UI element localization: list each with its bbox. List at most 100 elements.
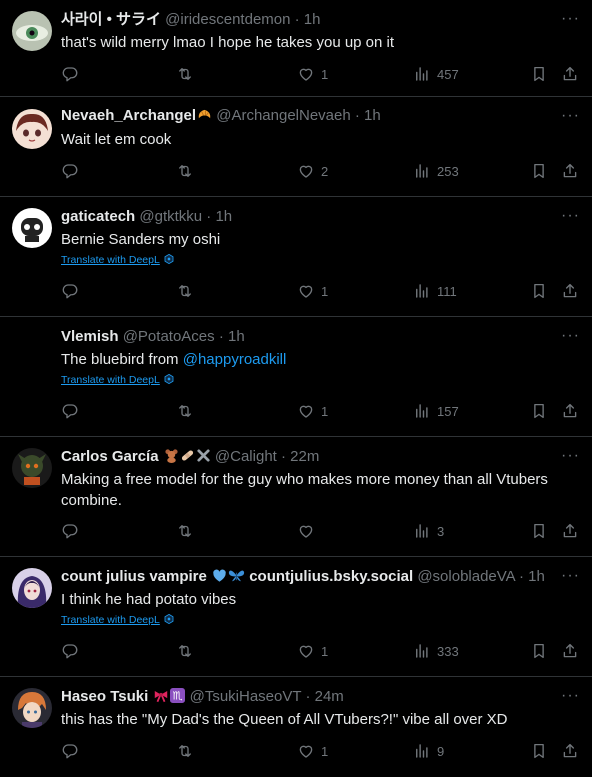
views-button[interactable]: 111 (413, 281, 457, 301)
translate-link[interactable]: Translate with DeepL (61, 373, 174, 387)
reply-button[interactable] (61, 161, 79, 181)
retweet-button[interactable] (176, 401, 194, 421)
deepl-icon (164, 614, 174, 624)
avatar[interactable] (12, 448, 52, 488)
more-icon[interactable]: ··· (561, 328, 580, 344)
display-name[interactable]: Nevaeh_Archangel (61, 107, 196, 124)
share-button[interactable] (561, 641, 579, 661)
retweet-button[interactable] (176, 64, 194, 84)
share-button[interactable] (561, 741, 579, 761)
tweet[interactable]: 사라이 • サライ @iridescentdemon · 1h ··· that… (0, 0, 592, 97)
tweet[interactable]: Carlos García @Calight · 22m ··· Making … (0, 437, 592, 557)
view-count: 9 (437, 743, 445, 759)
reply-icon (61, 282, 79, 300)
reply-button[interactable] (61, 641, 79, 661)
display-name[interactable]: Vlemish (61, 328, 119, 345)
reply-button[interactable] (61, 521, 79, 541)
avatar[interactable] (12, 328, 52, 368)
timestamp[interactable]: · 1h (519, 568, 545, 585)
tweet[interactable]: Haseo Tsuki ♏ @TsukiHaseoVT · 24m ··· th… (0, 677, 592, 777)
timestamp[interactable]: · 1h (206, 208, 232, 225)
tweet-text: this has the "My Dad's the Queen of All … (61, 711, 508, 728)
views-button[interactable]: 157 (413, 401, 459, 421)
more-icon[interactable]: ··· (561, 688, 580, 704)
avatar[interactable] (12, 109, 52, 149)
user-handle[interactable]: @ArchangelNevaeh (216, 107, 350, 124)
reply-button[interactable] (61, 281, 79, 301)
bookmark-button[interactable] (530, 281, 548, 301)
tweet-header: Vlemish @PotatoAces · 1h (61, 327, 552, 347)
translate-link[interactable]: Translate with DeepL (61, 613, 174, 627)
user-handle[interactable]: @solobladeVA (417, 568, 515, 585)
more-icon[interactable]: ··· (561, 11, 580, 27)
avatar[interactable] (12, 688, 52, 728)
timestamp[interactable]: · 1h (295, 11, 321, 28)
user-handle[interactable]: @iridescentdemon (165, 11, 290, 28)
share-button[interactable] (561, 161, 579, 181)
retweet-button[interactable] (176, 741, 194, 761)
reply-button[interactable] (61, 741, 79, 761)
share-icon (561, 282, 579, 300)
tweet-header: Haseo Tsuki ♏ @TsukiHaseoVT · 24m (61, 687, 552, 707)
bookmark-button[interactable] (530, 521, 548, 541)
like-button[interactable]: 1 (297, 64, 328, 84)
views-button[interactable]: 253 (413, 161, 459, 181)
display-name[interactable]: Carlos García (61, 448, 159, 465)
tweet[interactable]: Vlemish @PotatoAces · 1h ··· The bluebir… (0, 317, 592, 437)
like-button[interactable]: 1 (297, 741, 328, 761)
display-name-secondary[interactable]: countjulius.bsky.social (249, 568, 413, 585)
cross-mark-emoji-icon (197, 449, 210, 462)
user-handle[interactable]: @Calight (215, 448, 277, 465)
avatar[interactable] (12, 208, 52, 248)
share-icon (561, 642, 579, 660)
share-icon (561, 65, 579, 83)
display-name[interactable]: count julius vampire (61, 568, 207, 585)
like-button[interactable]: 2 (297, 161, 328, 181)
share-button[interactable] (561, 64, 579, 84)
display-name[interactable]: 사라이 • サライ (61, 11, 161, 28)
bookmark-button[interactable] (530, 401, 548, 421)
like-button[interactable]: 1 (297, 281, 328, 301)
display-name[interactable]: Haseo Tsuki (61, 688, 148, 705)
bookmark-button[interactable] (530, 161, 548, 181)
bookmark-button[interactable] (530, 741, 548, 761)
user-handle[interactable]: @PotatoAces (123, 328, 215, 345)
reply-button[interactable] (61, 64, 79, 84)
like-button[interactable] (297, 521, 321, 541)
user-handle[interactable]: @gtktkku (139, 208, 202, 225)
tweet[interactable]: count julius vampire countjulius.bsky.so… (0, 557, 592, 677)
views-button[interactable]: 9 (413, 741, 444, 761)
mention-link[interactable]: @happyroadkill (183, 351, 287, 368)
timestamp[interactable]: · 1h (355, 107, 381, 124)
avatar[interactable] (12, 568, 52, 608)
timestamp[interactable]: · 1h (219, 328, 245, 345)
retweet-button[interactable] (176, 521, 194, 541)
views-button[interactable]: 457 (413, 64, 459, 84)
like-button[interactable]: 1 (297, 641, 328, 661)
share-button[interactable] (561, 281, 579, 301)
svg-text:♏: ♏ (173, 690, 183, 703)
views-button[interactable]: 333 (413, 641, 459, 661)
more-icon[interactable]: ··· (561, 208, 580, 224)
share-button[interactable] (561, 401, 579, 421)
timestamp[interactable]: · 24m (305, 688, 343, 705)
more-icon[interactable]: ··· (561, 108, 580, 124)
bookmark-button[interactable] (530, 641, 548, 661)
views-button[interactable]: 3 (413, 521, 444, 541)
display-name[interactable]: gaticatech (61, 208, 135, 225)
retweet-button[interactable] (176, 161, 194, 181)
tweet[interactable]: gaticatech @gtktkku · 1h ··· Bernie Sand… (0, 197, 592, 317)
translate-link[interactable]: Translate with DeepL (61, 253, 174, 267)
more-icon[interactable]: ··· (561, 448, 580, 464)
avatar[interactable] (12, 11, 52, 51)
tweet[interactable]: Nevaeh_Archangel @ArchangelNevaeh · 1h ·… (0, 97, 592, 197)
reply-button[interactable] (61, 401, 79, 421)
retweet-button[interactable] (176, 641, 194, 661)
timestamp[interactable]: · 22m (281, 448, 319, 465)
more-icon[interactable]: ··· (561, 568, 580, 584)
retweet-button[interactable] (176, 281, 194, 301)
bookmark-button[interactable] (530, 64, 548, 84)
like-button[interactable]: 1 (297, 401, 328, 421)
share-button[interactable] (561, 521, 579, 541)
user-handle[interactable]: @TsukiHaseoVT (190, 688, 302, 705)
